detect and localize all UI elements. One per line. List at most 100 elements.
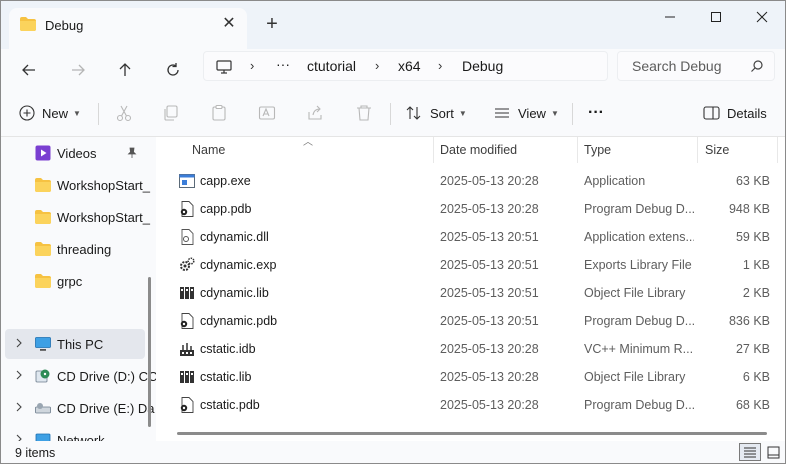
close-tab-icon[interactable]: ✕ [219,14,239,34]
nav-item-cd-drive-e[interactable]: CD Drive (E:) Da [5,393,155,423]
nav-item-grpc[interactable]: grpc [5,266,145,296]
file-row[interactable]: cstatic.pdb 2025-05-13 20:28 Program Deb… [177,391,777,419]
file-row[interactable]: cdynamic.dll 2025-05-13 20:51 Applicatio… [177,223,777,251]
breadcrumb-chevron-icon[interactable]: › [375,58,379,73]
details-pane-icon [703,106,720,120]
minimize-button[interactable] [647,1,693,33]
chevron-right-icon[interactable] [14,434,24,441]
maximize-button[interactable] [693,1,739,33]
file-name: capp.exe [200,174,251,188]
navigation-pane: Videos WorkshopStart_ WorkshopStart_ thr… [1,137,156,441]
network-icon [35,433,51,441]
file-row[interactable]: capp.pdb 2025-05-13 20:28 Program Debug … [177,195,777,223]
rename-icon [258,106,276,120]
file-name: cdynamic.dll [200,230,269,244]
folder-icon [35,274,51,288]
file-row[interactable]: cstatic.idb 2025-05-13 20:28 VC++ Minimu… [177,335,777,363]
file-type: VC++ Minimum R... [584,342,694,356]
cd-drive-icon [35,369,50,383]
copy-icon [164,105,178,121]
file-type: Application [584,174,646,188]
arrow-right-icon [72,64,85,76]
monitor-icon [35,337,51,351]
arrow-left-icon [22,64,35,76]
file-type: Exports Library File [584,258,692,272]
file-date: 2025-05-13 20:51 [440,258,539,272]
column-header-name[interactable]: Name [192,143,225,157]
column-divider[interactable] [577,137,578,163]
column-divider[interactable] [433,137,434,163]
chevron-down-icon: ▼ [458,108,467,118]
close-window-button[interactable] [739,1,785,33]
copy-button[interactable] [162,89,180,137]
details-view-button[interactable] [739,443,761,461]
column-divider[interactable] [697,137,698,163]
file-size: 59 KB [735,230,770,244]
file-size: 6 KB [742,370,770,384]
nav-item-videos[interactable]: Videos [5,138,145,168]
column-header-row: ︿ Name Date modified Type Size [161,137,785,163]
search-box[interactable]: Search Debug [617,51,775,81]
title-bar: Debug ✕ + [1,1,785,49]
file-row[interactable]: cdynamic.pdb 2025-05-13 20:51 Program De… [177,307,777,335]
file-row[interactable]: cdynamic.lib 2025-05-13 20:51 Object Fil… [177,279,777,307]
more-options-button[interactable]: ··· [588,89,604,137]
new-tab-icon[interactable]: + [261,14,283,36]
new-button[interactable]: New ▼ [19,89,81,137]
file-row[interactable]: capp.exe 2025-05-13 20:28 Application 63… [177,167,777,195]
nav-scrollbar[interactable] [148,277,151,427]
file-size: 2 KB [742,286,770,300]
nav-item-cd-drive-d[interactable]: CD Drive (D:) CC [5,361,156,391]
view-label: View [518,105,546,121]
up-button[interactable] [110,55,140,85]
view-button[interactable]: View ▼ [493,89,559,137]
nav-item-workshopstart-1[interactable]: WorkshopStart_ [5,170,150,200]
rename-button[interactable] [258,89,276,137]
column-divider[interactable] [777,137,778,163]
breadcrumb-x64[interactable]: x64 [398,58,421,74]
breadcrumb-debug[interactable]: Debug [462,58,503,74]
breadcrumb-chevron-icon[interactable]: › [438,58,442,73]
share-button[interactable] [306,89,324,137]
divider [572,103,573,125]
chevron-right-icon[interactable] [14,338,24,348]
trash-icon [357,105,371,121]
details-button[interactable]: Details [703,89,767,137]
back-button[interactable] [14,55,44,85]
tiles-view-button[interactable] [764,443,782,461]
sort-label: Sort [430,105,454,121]
delete-button[interactable] [355,89,373,137]
breadcrumb-chevron-icon[interactable]: › [250,58,254,73]
file-date: 2025-05-13 20:28 [440,202,539,216]
forward-button[interactable] [63,55,93,85]
status-bar: 9 items [1,441,785,463]
nav-item-this-pc[interactable]: This PC [5,329,145,359]
breadcrumb-ctutorial[interactable]: ctutorial [307,58,356,74]
divider [390,103,391,125]
address-bar[interactable]: › ··· ctutorial › x64 › Debug [203,51,608,81]
chevron-right-icon[interactable] [14,370,24,380]
paste-button[interactable] [210,89,228,137]
nav-item-workshopstart-2[interactable]: WorkshopStart_ [5,202,150,232]
column-header-date[interactable]: Date modified [440,143,517,157]
tab-debug[interactable]: Debug ✕ [9,8,247,49]
file-row[interactable]: cdynamic.exp 2025-05-13 20:51 Exports Li… [177,251,777,279]
cut-button[interactable] [115,89,133,137]
pin-icon[interactable] [126,147,138,159]
column-header-size[interactable]: Size [705,143,729,157]
scissors-icon [116,105,132,122]
horizontal-scrollbar[interactable] [177,432,767,435]
nav-item-network[interactable]: Network [5,425,145,441]
file-size: 1 KB [742,258,770,272]
column-header-type[interactable]: Type [584,143,611,157]
sort-button[interactable]: Sort ▼ [405,89,467,137]
breadcrumb-overflow[interactable]: ··· [276,56,290,72]
more-icon: ··· [588,104,604,121]
file-row[interactable]: cstatic.lib 2025-05-13 20:28 Object File… [177,363,777,391]
file-date: 2025-05-13 20:51 [440,314,539,328]
refresh-button[interactable] [158,55,188,85]
exe-icon [179,174,195,188]
chevron-right-icon[interactable] [14,402,24,412]
nav-item-threading[interactable]: threading [5,234,145,264]
lib-icon [180,371,194,383]
